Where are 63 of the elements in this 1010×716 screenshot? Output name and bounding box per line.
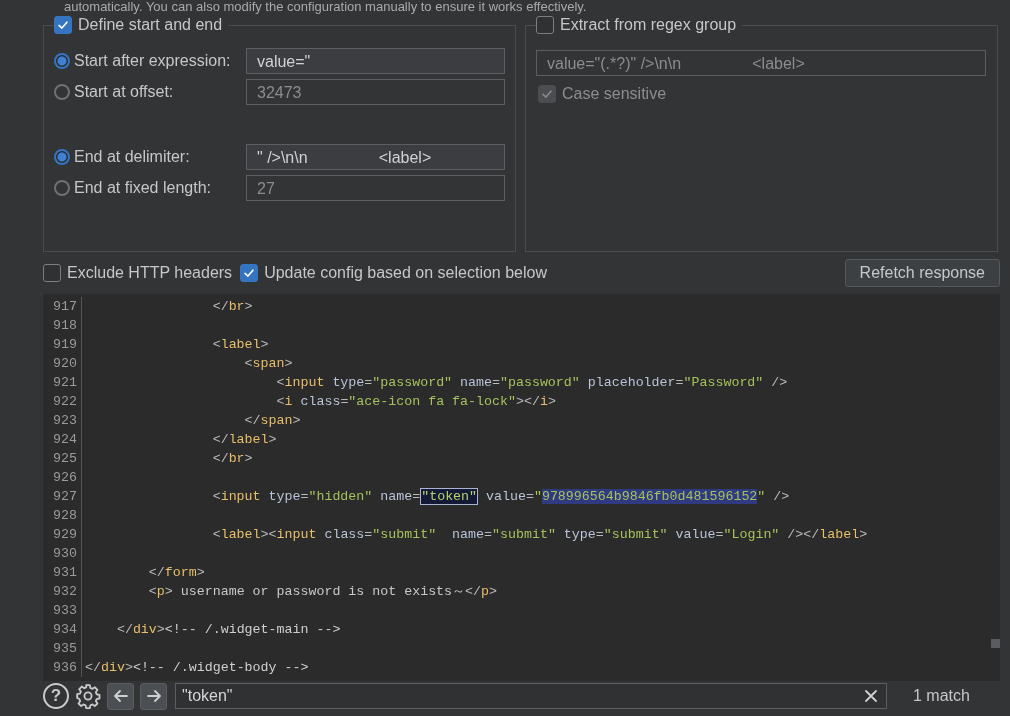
input-field[interactable]: " />\n\n <label> <box>246 144 505 170</box>
code-line: <i class="ace-icon fa fa-lock"></i> <box>275 393 556 411</box>
line-number: 929 <box>43 525 82 544</box>
code-line: <p> username or password is not exists～</p> <box>147 583 497 601</box>
line-number: 931 <box>43 563 82 582</box>
line-number: 928 <box>43 506 82 525</box>
next-button[interactable] <box>140 682 167 710</box>
code-line: </br> <box>211 298 253 316</box>
code-line: </div><!-- /.widget-body --> <box>84 659 309 677</box>
code-line: </div><!-- /.widget-main --> <box>115 621 341 639</box>
code-line: <input type="hidden" name="token" value="978996564b9846fb0d481596152" /> <box>211 487 790 506</box>
radio-button[interactable] <box>54 53 70 69</box>
code-line: </span> <box>243 412 301 430</box>
line-number: 925 <box>43 449 82 468</box>
radio-label: End at fixed length: <box>74 179 212 197</box>
code-line: </label> <box>211 431 277 449</box>
refetch-button[interactable]: Refetch response <box>844 259 1000 287</box>
input-field[interactable]: value=" <box>246 48 505 74</box>
settings-icon[interactable] <box>75 683 101 709</box>
right-arrow-icon <box>144 687 163 705</box>
line-number: 924 <box>43 430 82 449</box>
line-number: 926 <box>43 468 82 487</box>
checkbox-label: Update config based on selection below <box>264 264 547 282</box>
description-text: automatically. You can also modify the configuration manually to ensure it works effectively. <box>63 0 588 14</box>
checkbox-label: Extract from regex group <box>560 16 737 34</box>
code-line: </form> <box>147 564 205 582</box>
match-count: 1 match <box>913 687 970 705</box>
checkbox[interactable] <box>240 264 259 282</box>
radio-label: Start at offset: <box>74 83 175 101</box>
line-number: 923 <box>43 411 82 430</box>
code-line: <span> <box>243 355 293 373</box>
line-number: 934 <box>43 620 82 639</box>
help-icon[interactable]: ? <box>43 683 69 709</box>
line-number: 933 <box>43 601 82 620</box>
line-number: 918 <box>43 316 82 335</box>
code-line: <input type="password" name="password" placeholder="Password" /> <box>275 374 788 392</box>
code-line: </br> <box>211 450 253 468</box>
line-number: 921 <box>43 373 82 392</box>
code-line: <label><input class="submit" name="submit" type="submit" value="Login" /></label> <box>211 526 868 544</box>
line-number: 930 <box>43 544 82 563</box>
line-number: 932 <box>43 582 82 601</box>
line-number: 920 <box>43 354 82 373</box>
radio-label: Start after expression: <box>74 52 232 70</box>
previous-button[interactable] <box>107 682 134 710</box>
line-number: 927 <box>43 487 82 506</box>
left-arrow-icon <box>111 687 130 705</box>
radio-button[interactable] <box>54 149 70 165</box>
checkbox-label: Case sensitive <box>562 85 667 103</box>
close-icon[interactable] <box>864 689 878 703</box>
radio-label: End at delimiter: <box>74 148 191 166</box>
checkbox[interactable] <box>536 16 554 34</box>
checkbox-label: Exclude HTTP headers <box>67 264 233 282</box>
code-line: <label> <box>211 336 269 354</box>
line-number: 935 <box>43 639 82 658</box>
line-number: 936 <box>43 658 82 677</box>
line-number: 919 <box>43 335 82 354</box>
checkbox[interactable] <box>54 16 72 34</box>
scrollbar-thumb[interactable] <box>991 639 1000 648</box>
line-number: 922 <box>43 392 82 411</box>
search-field[interactable]: "token" <box>175 683 887 709</box>
line-number: 917 <box>43 297 82 316</box>
checkbox[interactable] <box>43 264 61 282</box>
checkbox-label: Define start and end <box>78 16 223 34</box>
